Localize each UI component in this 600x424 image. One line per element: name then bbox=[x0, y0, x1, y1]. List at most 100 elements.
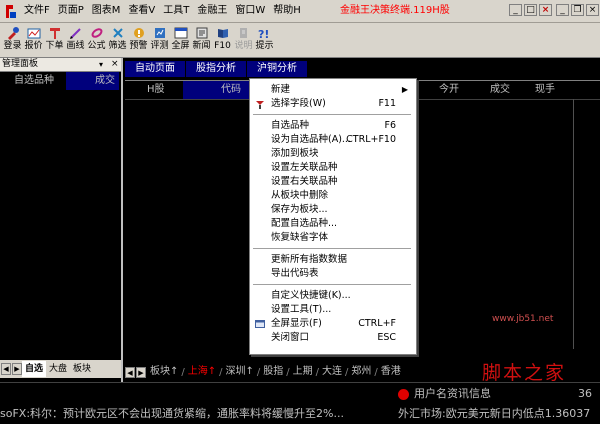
evaluate-button[interactable]: 评测 bbox=[149, 25, 170, 55]
market-prev-button[interactable]: ◀ bbox=[125, 366, 135, 378]
menu-item-label: 全屏显示(F) bbox=[271, 318, 322, 329]
f10-icon bbox=[217, 29, 228, 38]
tab-sector[interactable]: 板块 bbox=[70, 361, 94, 377]
quote-button[interactable]: 报价 bbox=[23, 25, 44, 55]
menu-item-shortcut: F11 bbox=[378, 98, 396, 109]
menu-item-label: 自选品种 bbox=[271, 120, 310, 131]
context-menu-item[interactable]: 从板块中删除 bbox=[250, 189, 414, 203]
hint-button[interactable]: ?! 提示 bbox=[254, 25, 275, 55]
app-logo-icon bbox=[6, 5, 16, 18]
draw-line-icon bbox=[69, 28, 81, 39]
menu-separator bbox=[253, 284, 411, 286]
menu-item-label: 关闭窗口 bbox=[271, 332, 310, 343]
watchlist-header: 自选品种 成交 bbox=[2, 72, 119, 90]
menu-item[interactable]: 金融王 bbox=[197, 4, 227, 18]
menu-separator bbox=[253, 248, 411, 250]
context-menu-item[interactable]: 自定义快捷键(K)... bbox=[250, 289, 414, 303]
manual-button[interactable]: 说明 bbox=[233, 25, 254, 55]
alert-button[interactable]: 预警 bbox=[128, 25, 149, 55]
context-menu-item[interactable]: 保存为板块... bbox=[250, 203, 414, 217]
minimize-button[interactable]: _ bbox=[556, 4, 569, 16]
fullscreen-button[interactable]: 全屏 bbox=[170, 25, 191, 55]
close-button[interactable]: × bbox=[586, 4, 599, 16]
svg-text:?!: ?! bbox=[258, 28, 269, 40]
menu-item-label: 从板块中删除 bbox=[271, 190, 329, 201]
doc-minimize-button[interactable]: _ bbox=[509, 4, 522, 16]
market-tab[interactable]: 香港 bbox=[378, 365, 404, 379]
market-tab[interactable]: 大连 bbox=[319, 365, 345, 379]
context-menu: 新建 ▶ 选择字段(W) F11 自选品种 F6 设为自选品种(A)... CTRL+F10 添… bbox=[249, 78, 417, 355]
menu-item[interactable]: 图表M bbox=[92, 4, 121, 18]
menu-item-label: 选择字段(W) bbox=[271, 98, 326, 109]
manual-icon bbox=[239, 28, 247, 38]
context-menu-item[interactable]: 设为自选品种(A)... CTRL+F10 bbox=[250, 133, 414, 147]
market-tab[interactable]: 郑州 bbox=[348, 365, 374, 379]
doc-close-button[interactable]: × bbox=[539, 4, 552, 16]
doc-maximize-button[interactable]: □ bbox=[524, 4, 537, 16]
tab-watchlist[interactable]: 自选 bbox=[22, 361, 47, 377]
login-button[interactable]: 登录 bbox=[2, 25, 23, 55]
submenu-arrow-icon: ▶ bbox=[401, 85, 408, 94]
context-menu-item[interactable]: 配置自选品种... bbox=[250, 217, 414, 231]
market-next-button[interactable]: ▶ bbox=[136, 366, 146, 378]
tab-copper-analysis[interactable]: 沪铜分析 bbox=[247, 61, 307, 77]
page-tabs: 自动页面 股指分析 沪铜分析 bbox=[125, 61, 308, 77]
market-tab[interactable]: 股指 bbox=[260, 365, 286, 379]
filter-button[interactable]: 筛选 bbox=[107, 25, 128, 55]
col-code[interactable]: 代码 bbox=[221, 81, 241, 99]
watchlist-col-volume[interactable]: 成交 bbox=[66, 72, 119, 90]
menu-item[interactable]: 窗口W bbox=[235, 4, 265, 18]
context-menu-item[interactable]: 设置右关联品种 bbox=[250, 175, 414, 189]
panel-tabs: ◀ ▶ 自选 大盘 板块 bbox=[0, 360, 121, 378]
market-tab[interactable]: 上期 bbox=[290, 365, 316, 379]
f10-button[interactable]: F10 bbox=[212, 25, 233, 55]
context-menu-item[interactable]: 恢复缺省字体 bbox=[250, 231, 414, 245]
tab-auto-page[interactable]: 自动页面 bbox=[125, 61, 185, 77]
tab-index-analysis[interactable]: 股指分析 bbox=[186, 61, 246, 77]
menu-bar: 文件F 页面P 图表M 查看V 工具T 金融王 窗口W 帮助H 金融王决策终端.119H股 _… bbox=[0, 0, 600, 23]
pin-icon[interactable]: ▾ bbox=[99, 58, 103, 71]
context-menu-item[interactable]: 选择字段(W) F11 bbox=[250, 97, 414, 111]
menu-item[interactable]: 查看V bbox=[128, 4, 155, 18]
menu-item-label: 添加到板块 bbox=[271, 148, 319, 159]
col-h-stock[interactable]: H股 bbox=[147, 81, 165, 99]
tab-next-button[interactable]: ▶ bbox=[12, 363, 22, 375]
menu-item[interactable]: 帮助H bbox=[273, 4, 301, 18]
menu-item-label: 自定义快捷键(K)... bbox=[271, 290, 351, 301]
quote-icon bbox=[27, 28, 40, 39]
col-volume[interactable]: 成交 bbox=[490, 81, 510, 99]
col-current-hand[interactable]: 现手 bbox=[535, 81, 555, 99]
draw-line-button[interactable]: 画线 bbox=[65, 25, 86, 55]
formula-button[interactable]: 公式 bbox=[86, 25, 107, 55]
context-menu-item[interactable]: 添加到板块 bbox=[250, 147, 414, 161]
col-open[interactable]: 今开 bbox=[439, 81, 459, 99]
context-menu-item[interactable]: 关闭窗口 ESC bbox=[250, 331, 414, 345]
menu-item-label: 新建 bbox=[271, 84, 291, 95]
menu-item[interactable]: 文件F bbox=[24, 4, 50, 18]
news-button[interactable]: 新闻 bbox=[191, 25, 212, 55]
context-menu-item[interactable]: 设置左关联品种 bbox=[250, 161, 414, 175]
restore-button[interactable]: ❐ bbox=[571, 4, 584, 16]
context-menu-item[interactable]: 全屏显示(F) CTRL+F bbox=[250, 317, 414, 331]
panel-close-icon[interactable]: × bbox=[111, 58, 119, 71]
tab-market[interactable]: 大盘 bbox=[46, 361, 70, 377]
news-ticker-right[interactable]: 外汇市场:欧元美元新日内低点1.36037 bbox=[398, 404, 590, 424]
site-watermark: www.jb51.net 脚本之家 bbox=[462, 298, 594, 388]
context-menu-item[interactable]: 设置工具(T)... bbox=[250, 303, 414, 317]
toolbar: 登录 报价 下单 画线 公式 筛选 预警 评测 全屏 新闻 F10 说明 ?! … bbox=[0, 23, 600, 58]
menu-item[interactable]: 工具T bbox=[163, 4, 189, 18]
tab-prev-button[interactable]: ◀ bbox=[1, 363, 11, 375]
menu-item[interactable]: 页面P bbox=[58, 4, 84, 18]
app-title: 金融王决策终端.119H股 bbox=[340, 5, 450, 16]
order-button[interactable]: 下单 bbox=[44, 25, 65, 55]
market-tab[interactable]: 深圳↑ bbox=[223, 365, 257, 379]
alert-icon bbox=[133, 28, 144, 38]
context-menu-item[interactable]: 自选品种 F6 bbox=[250, 119, 414, 133]
market-tab[interactable]: 板块↑ bbox=[147, 365, 181, 379]
context-menu-item[interactable]: 更新所有指数数据 bbox=[250, 253, 414, 267]
context-menu-item[interactable]: 新建 ▶ bbox=[250, 83, 414, 97]
market-tab[interactable]: 上海↑ bbox=[185, 365, 219, 379]
news-ticker-left[interactable]: soFX:科尔：预计欧元区不会出现通货紧缩，通胀率料将缓慢升至2%... bbox=[0, 404, 344, 424]
watchlist-col-symbol[interactable]: 自选品种 bbox=[2, 72, 66, 90]
context-menu-item[interactable]: 导出代码表 bbox=[250, 267, 414, 281]
